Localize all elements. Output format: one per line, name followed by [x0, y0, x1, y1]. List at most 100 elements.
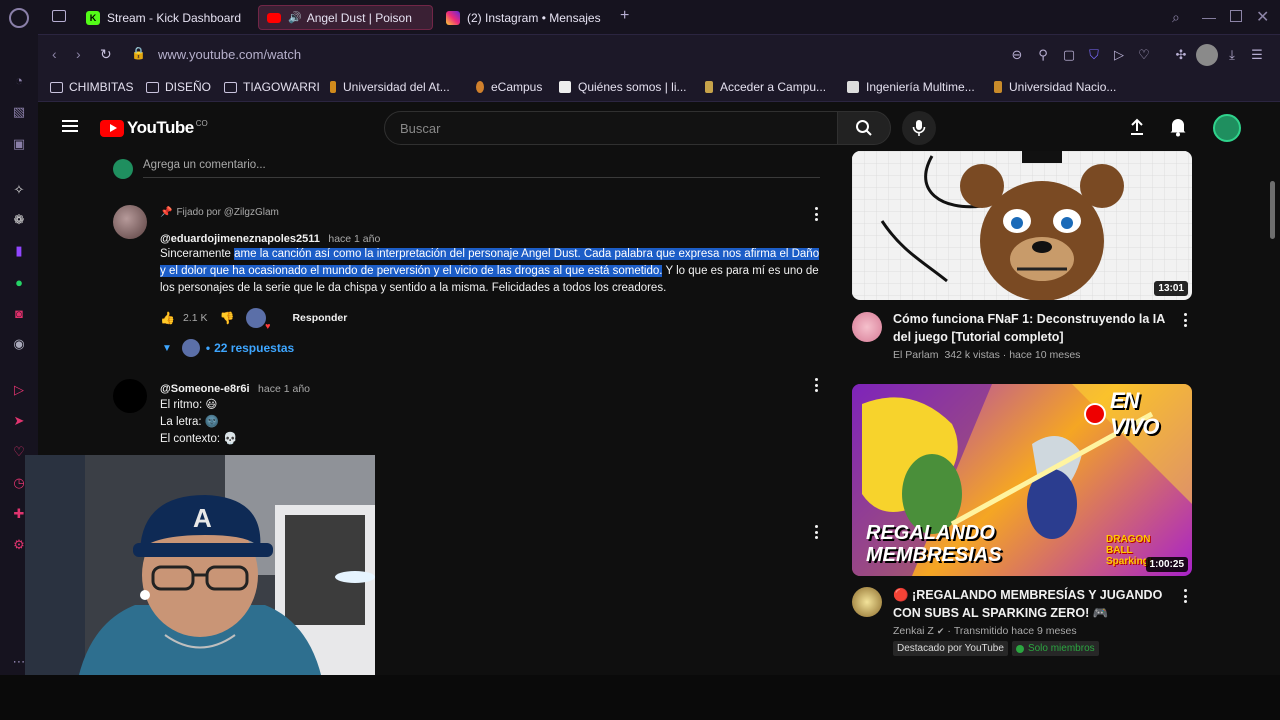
aria-icon[interactable]: ✧	[9, 180, 29, 200]
bookmark-label: TIAGOWARRI	[243, 80, 320, 94]
player-toolbar-icon[interactable]: ▷	[1110, 46, 1128, 64]
video-title[interactable]: 🔴 ¡REGALANDO MEMBRESÍAS Y JUGANDO	[893, 586, 1188, 604]
vpn-icon[interactable]: ⛉	[1085, 46, 1103, 64]
comment-menu-icon[interactable]	[814, 525, 818, 539]
video-info[interactable]: Cómo funciona FNaF 1: Deconstruyendo la …	[893, 310, 1188, 361]
replies-toggle[interactable]: ▼ • 22 respuestas	[162, 339, 294, 357]
bookmark-acceder-campus[interactable]: Acceder a Campu...	[705, 80, 826, 94]
maximize-icon[interactable]	[1230, 10, 1242, 22]
video-thumbnail[interactable]: 13:01	[852, 151, 1192, 300]
video-title[interactable]: CON SUBS AL SPARKING ZERO! 🎮	[893, 604, 1188, 622]
channel-avatar[interactable]	[852, 312, 882, 342]
twitch-icon[interactable]: ▮	[9, 241, 29, 261]
video-title[interactable]: del juego [Tutorial completo]	[893, 328, 1188, 346]
close-window-icon[interactable]: ✕	[1256, 7, 1269, 27]
account-avatar[interactable]	[1213, 114, 1241, 142]
upload-icon[interactable]	[1128, 118, 1146, 136]
download-icon[interactable]: ⤓	[1223, 46, 1241, 64]
easy-setup-icon[interactable]: ☰	[1248, 46, 1266, 64]
url-input[interactable]: www.youtube.com/watch	[158, 47, 301, 62]
like-count: 2.1 K	[182, 312, 208, 324]
opera-logo-icon[interactable]	[9, 8, 29, 28]
bookmark-universidad-atlantico[interactable]: Universidad del At...	[330, 80, 450, 94]
speaker-icon[interactable]: 🔊	[288, 11, 302, 24]
like-icon[interactable]: 👍	[160, 311, 175, 325]
bookmark-quienes-somos[interactable]: Quiénes somos | li...	[559, 80, 687, 94]
page-scrollbar-thumb[interactable]	[1270, 181, 1275, 239]
minimize-icon[interactable]: —	[1202, 9, 1216, 25]
comment-author[interactable]: @Someone-e8r6i	[160, 383, 250, 395]
twitch-panel-icon[interactable]: ▧	[9, 102, 29, 122]
discord-icon[interactable]: ◉	[9, 334, 29, 354]
thumbnail-caption: REGALANDO MEMBRESIAS	[866, 522, 1002, 566]
back-icon[interactable]: ‹	[52, 46, 57, 62]
new-tab-button[interactable]: +	[620, 7, 629, 25]
extension-icon[interactable]: ✣	[1172, 46, 1190, 64]
search-icon	[856, 120, 872, 136]
mail-icon[interactable]: ▣	[9, 134, 29, 154]
heart-icon: ♥	[265, 321, 271, 331]
tab-kick[interactable]: K Stream - Kick Dashboard	[78, 5, 248, 30]
whatsapp-icon[interactable]: ●	[9, 272, 29, 292]
voice-search-button[interactable]	[902, 111, 936, 145]
reload-icon[interactable]: ↻	[100, 46, 112, 63]
profile-avatar[interactable]	[1196, 44, 1218, 66]
bookmark-universidad-nacional[interactable]: Universidad Nacio...	[994, 80, 1116, 94]
video-menu-icon[interactable]	[1183, 589, 1187, 603]
forward-icon[interactable]: ›	[76, 46, 81, 62]
bookmark-folder-tiagowarri[interactable]: TIAGOWARRI	[224, 80, 320, 94]
reply-button[interactable]: Responder	[292, 312, 347, 324]
members-badge-text: Solo miembros	[1027, 643, 1095, 654]
dislike-icon[interactable]: 👎	[219, 311, 234, 325]
comment-author[interactable]: @eduardojimeneznapoles2511	[160, 233, 320, 245]
comment-header: @Someone-e8r6i hace 1 año	[160, 379, 310, 397]
player-icon[interactable]: ▷	[9, 380, 29, 400]
speed-icon[interactable]: ◔	[9, 70, 29, 90]
comment-time[interactable]: hace 1 año	[258, 383, 310, 395]
add-comment-input[interactable]: Agrega un comentario...	[143, 159, 820, 178]
pinned-label: 📌 Fijado por @ZilgzGlam	[160, 207, 279, 218]
search-input[interactable]: Buscar	[384, 111, 838, 145]
bookmark-label: DISEÑO	[165, 80, 212, 94]
video-menu-icon[interactable]	[1183, 313, 1187, 327]
comment-menu-icon[interactable]	[814, 207, 818, 221]
send-icon[interactable]: ➤	[9, 411, 29, 431]
youtube-play-icon	[100, 119, 124, 137]
commenter-avatar[interactable]	[113, 205, 147, 239]
video-thumbnail[interactable]: EN VIVO REGALANDO MEMBRESIAS DRAGON BALL…	[852, 384, 1192, 576]
bookmark-ingenieria-multimedia[interactable]: Ingeniería Multime...	[847, 80, 975, 94]
instagram-icon[interactable]: ◙	[9, 303, 29, 323]
comment-menu-icon[interactable]	[814, 378, 818, 392]
search-button[interactable]	[837, 111, 891, 145]
bookmark-folder-diseno[interactable]: DISEÑO	[146, 80, 211, 94]
tab-instagram[interactable]: (2) Instagram • Mensajes	[438, 5, 618, 30]
bookmark-folder-chimbitas[interactable]: CHIMBITAS	[50, 80, 133, 94]
video-title[interactable]: Cómo funciona FNaF 1: Deconstruyendo la …	[893, 310, 1188, 328]
channel-name[interactable]: El Parlam	[893, 349, 939, 361]
fnaf-thumbnail-art	[852, 151, 1192, 300]
notifications-bell-icon[interactable]	[1169, 117, 1187, 137]
comment-time[interactable]: hace 1 año	[328, 233, 380, 245]
tab-youtube[interactable]: 🔊 Angel Dust | Poison	[258, 5, 433, 30]
pinned-text: Fijado por @ZilgzGlam	[176, 207, 279, 218]
search-tabs-icon[interactable]: ⌕	[1172, 9, 1180, 26]
lock-icon[interactable]: 🔒	[131, 46, 146, 60]
youtube-logo[interactable]: YouTube CO	[100, 118, 208, 138]
favorite-icon[interactable]: ♡	[1135, 46, 1153, 64]
bookmark-label: CHIMBITAS	[69, 80, 134, 94]
pin-icon[interactable]: ⚲	[1034, 46, 1052, 64]
snapshot-icon[interactable]: ▢	[1060, 46, 1078, 64]
creator-avatar-small	[181, 339, 200, 357]
chatgpt-icon[interactable]: ❁	[9, 210, 29, 230]
commenter-avatar[interactable]	[113, 379, 147, 413]
video-duration: 13:01	[1154, 281, 1188, 296]
zoom-icon[interactable]: ⊖	[1008, 46, 1026, 64]
video-info[interactable]: 🔴 ¡REGALANDO MEMBRESÍAS Y JUGANDO CON SU…	[893, 586, 1188, 656]
workspaces-icon[interactable]	[52, 10, 66, 22]
youtube-favicon-icon	[267, 12, 281, 23]
bookmark-ecampus[interactable]: eCampus	[476, 80, 542, 94]
channel-avatar[interactable]	[852, 587, 882, 617]
channel-name[interactable]: Zenkai Z	[893, 625, 934, 637]
verified-icon: ✔	[936, 625, 945, 636]
menu-icon[interactable]	[62, 120, 78, 132]
